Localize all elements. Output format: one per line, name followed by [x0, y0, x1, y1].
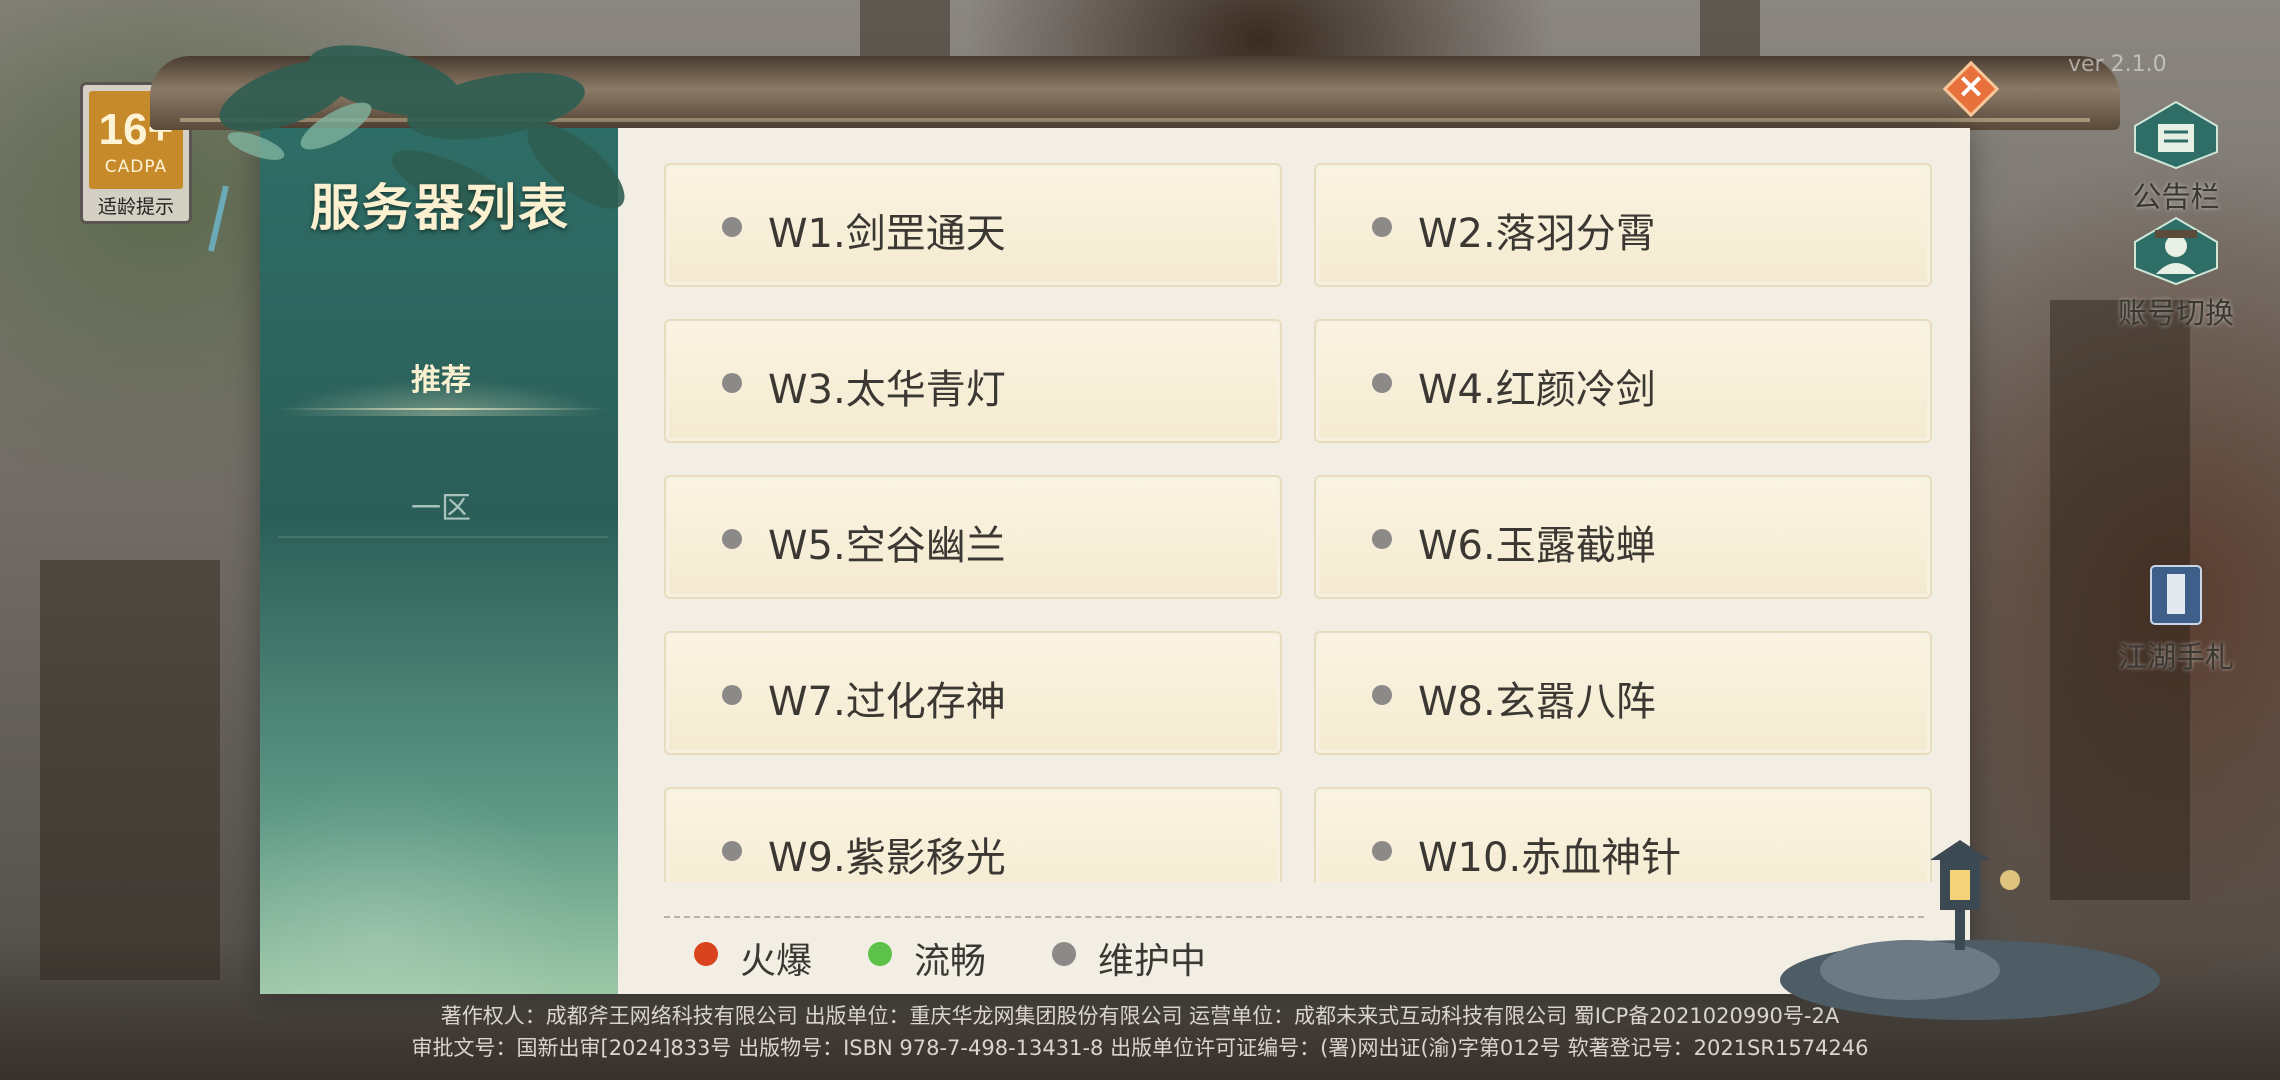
tab-underline: [278, 408, 608, 410]
server-name: W3.太华青灯: [768, 367, 1006, 413]
server-name: W8.玄嚣八阵: [1418, 679, 1656, 725]
status-dot: [1372, 217, 1392, 237]
hot-status-dot: [694, 942, 718, 966]
legend-maintenance-label: 维护中: [1098, 941, 1207, 982]
server-item-w2[interactable]: W2.落羽分霄: [1314, 163, 1932, 287]
status-dot: [1372, 841, 1392, 861]
account-switch-button[interactable]: 账号切换: [2106, 216, 2246, 332]
server-name: W6.玉露截蝉: [1418, 523, 1656, 569]
handbook-icon: [2150, 565, 2202, 625]
tab-recommended-label: 推荐: [411, 363, 471, 398]
tab-divider: [278, 536, 608, 538]
copyright-line-1: 著作权人：成都斧王网络科技有限公司 出版单位：重庆华龙网集团股份有限公司 运营单…: [440, 1004, 1840, 1028]
server-name: W1.剑罡通天: [768, 211, 1006, 257]
server-item-w9[interactable]: W9.紫影移光: [664, 787, 1282, 882]
status-dot: [1372, 529, 1392, 549]
status-dot: [722, 529, 742, 549]
maintenance-status-dot: [1052, 942, 1076, 966]
server-item-w1[interactable]: W1.剑罡通天: [664, 163, 1282, 287]
handbook-button[interactable]: 江湖手札: [2106, 560, 2246, 676]
server-name: W5.空谷幽兰: [768, 523, 1006, 569]
status-dot: [722, 841, 742, 861]
server-grid: W1.剑罡通天 W2.落羽分霄 W3.太华青灯 W4.红颜冷剑 W5.空谷幽兰 …: [620, 160, 1940, 882]
tab-zone-1[interactable]: 一区: [276, 474, 606, 544]
server-name: W2.落羽分霄: [1418, 211, 1656, 257]
tab-zone-1-label: 一区: [411, 491, 471, 526]
close-button[interactable]: ×: [1942, 60, 2000, 118]
server-item-w8[interactable]: W8.玄嚣八阵: [1314, 631, 1932, 755]
legend-hot-label: 火爆: [740, 941, 813, 982]
smooth-status-dot: [868, 942, 892, 966]
status-dot: [1372, 685, 1392, 705]
legend-divider: [664, 916, 1924, 918]
server-name: W7.过化存神: [768, 679, 1006, 725]
server-item-w3[interactable]: W3.太华青灯: [664, 319, 1282, 443]
copyright-line-2: 审批文号：国新出审[2024]833号 出版物号：ISBN 978-7-498-…: [411, 1036, 1869, 1060]
handbook-label: 江湖手札: [2117, 640, 2234, 674]
status-dot: [722, 217, 742, 237]
status-dot: [722, 373, 742, 393]
server-item-w7[interactable]: W7.过化存神: [664, 631, 1282, 755]
server-name: W10.赤血神针: [1418, 835, 1682, 881]
legend-smooth-label: 流畅: [914, 941, 987, 982]
server-item-w5[interactable]: W5.空谷幽兰: [664, 475, 1282, 599]
notice-board-label: 公告栏: [2132, 180, 2220, 214]
version-label: ver 2.1.0: [2068, 52, 2167, 77]
status-dot: [722, 685, 742, 705]
close-icon: ×: [1956, 66, 1986, 106]
notice-board-button[interactable]: 公告栏: [2106, 100, 2246, 216]
status-dot: [1372, 373, 1392, 393]
server-name: W9.紫影移光: [768, 835, 1006, 881]
stone-lantern-icon: [1780, 840, 2160, 1020]
server-item-w4[interactable]: W4.红颜冷剑: [1314, 319, 1932, 443]
server-name: W4.红颜冷剑: [1418, 367, 1656, 413]
account-switch-label: 账号切换: [2117, 296, 2234, 330]
panel-title: 服务器列表: [310, 178, 570, 237]
server-item-w6[interactable]: W6.玉露截蝉: [1314, 475, 1932, 599]
notice-board-icon: [2134, 100, 2218, 170]
tab-recommended[interactable]: 推荐: [276, 346, 606, 416]
age-rating-tip: 适龄提示: [97, 196, 174, 218]
account-switch-icon: [2134, 216, 2218, 286]
age-rating-org: CADPA: [104, 157, 168, 177]
